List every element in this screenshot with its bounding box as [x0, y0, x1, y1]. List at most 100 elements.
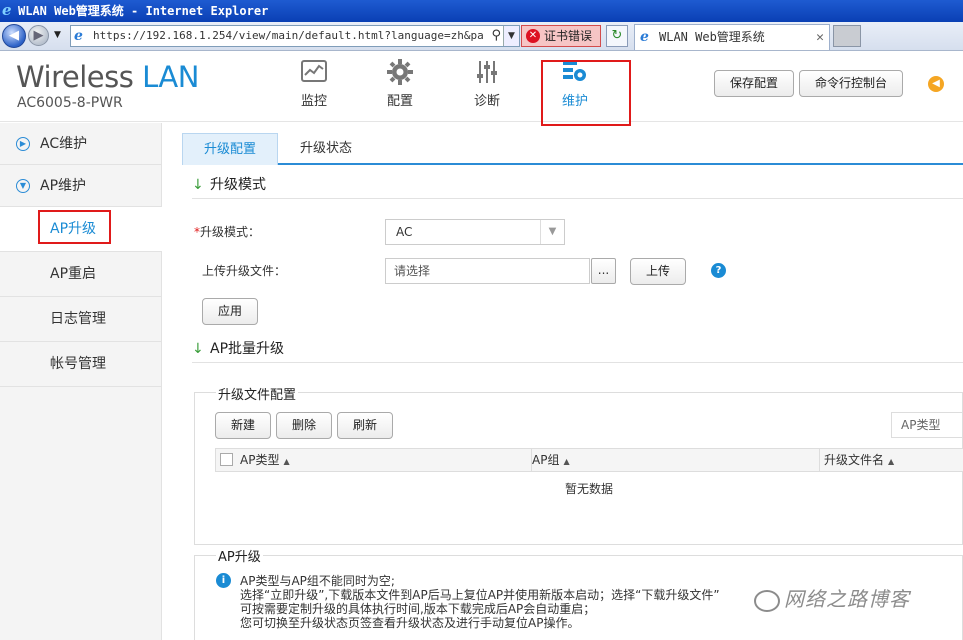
column-file-name[interactable]: 升级文件名 ▲: [824, 449, 894, 471]
sidebar-item-ap-reboot[interactable]: AP重启: [0, 252, 162, 297]
tab-upgrade-status[interactable]: 升级状态: [286, 133, 366, 165]
search-icon[interactable]: ⚲: [491, 28, 501, 43]
url-text[interactable]: https://192.168.1.254/view/main/default.…: [93, 26, 483, 46]
info-icon: i: [216, 573, 231, 588]
table-header: AP类型 ▲ AP组 ▲ 升级文件名 ▲: [215, 448, 963, 472]
new-tab-button[interactable]: [833, 25, 861, 47]
info-line: 可按需要定制升级的具体执行时间,版本下载完成后AP会自动重启；: [240, 602, 596, 616]
ie-logo-icon: e: [2, 1, 12, 19]
brand-logo: Wireless LAN: [16, 60, 199, 94]
browse-button[interactable]: ...: [591, 258, 616, 284]
collapse-arrow-icon: ↓: [192, 341, 204, 357]
section-title: AP批量升级: [210, 341, 285, 357]
tab-title: WLAN Web管理系统: [659, 30, 765, 44]
refresh-icon[interactable]: ↻: [606, 25, 628, 47]
nav-monitor[interactable]: 监控: [284, 56, 344, 112]
expand-arrow-icon: ▶: [16, 137, 30, 151]
collapse-arrow-icon: ↓: [192, 177, 204, 193]
new-button[interactable]: 新建: [215, 412, 271, 439]
refresh-button[interactable]: 刷新: [337, 412, 393, 439]
nav-config[interactable]: 配置: [370, 56, 430, 112]
nav-config-label: 配置: [386, 94, 413, 109]
certificate-error-button[interactable]: ✕ 证书错误: [521, 25, 601, 47]
column-ap-group[interactable]: AP组 ▲: [532, 449, 570, 471]
ap-type-filter-input[interactable]: AP类型: [891, 412, 963, 438]
history-dropdown-icon[interactable]: ▼: [54, 30, 61, 40]
info-line: 选择“立即升级”,下载版本文件到AP后马上复位AP并使用新版本启动；选择“下载升…: [240, 588, 720, 602]
upload-button[interactable]: 上传: [630, 258, 686, 285]
device-model: AC6005-8-PWR: [17, 95, 123, 111]
upload-file-label: 上传升级文件：: [202, 264, 287, 278]
speaker-icon[interactable]: ◀: [928, 76, 944, 92]
page-favicon-icon: e: [74, 28, 83, 44]
forward-button[interactable]: ▶: [28, 25, 49, 46]
sidebar-item-label: 帐号管理: [50, 356, 106, 372]
section-upgrade-mode[interactable]: ↓ 升级模式: [192, 172, 266, 198]
nav-diagnose-label: 诊断: [473, 94, 500, 109]
sidebar-item-label: 日志管理: [50, 311, 106, 327]
cli-console-button[interactable]: 命令行控制台: [799, 70, 903, 97]
wechat-icon: [754, 589, 780, 612]
watermark-text: 网络之路博客: [784, 587, 910, 611]
apply-button[interactable]: 应用: [202, 298, 258, 325]
window-title: WLAN Web管理系统 - Internet Explorer: [18, 4, 269, 18]
address-dropdown-icon[interactable]: ▼: [503, 26, 519, 46]
save-config-button[interactable]: 保存配置: [714, 70, 794, 97]
close-tab-icon[interactable]: ✕: [816, 25, 824, 50]
sidebar-item-account-management[interactable]: 帐号管理: [0, 342, 162, 387]
column-label: 升级文件名: [824, 453, 885, 467]
gear-icon: [387, 59, 413, 85]
column-ap-type[interactable]: AP类型 ▲: [240, 449, 290, 471]
error-x-icon: ✕: [526, 29, 540, 43]
content-tabs: 升级配置 升级状态: [182, 133, 963, 165]
nav-diagnose[interactable]: 诊断: [457, 56, 517, 112]
sidebar-item-ap-maintenance[interactable]: ▼ AP维护: [0, 165, 162, 207]
tab-upgrade-config[interactable]: 升级配置: [182, 133, 278, 165]
sort-icon: ▲: [283, 457, 290, 466]
address-bar[interactable]: e https://192.168.1.254/view/main/defaul…: [70, 25, 520, 47]
sidebar-item-ac-maintenance[interactable]: ▶ AC维护: [0, 123, 162, 165]
window-title-bar: e WLAN Web管理系统 - Internet Explorer: [0, 0, 963, 22]
sidebar-item-label: AP维护: [40, 178, 87, 194]
divider: [192, 198, 963, 199]
address-toolbar: ◀ ▶ ▼ e https://192.168.1.254/view/main/…: [0, 22, 963, 51]
upgrade-mode-select[interactable]: AC ▼: [385, 219, 565, 245]
cert-error-label: 证书错误: [544, 29, 593, 43]
sidebar-item-log-management[interactable]: 日志管理: [0, 297, 162, 342]
section-ap-batch-upgrade[interactable]: ↓ AP批量升级: [192, 336, 284, 362]
delete-button[interactable]: 删除: [276, 412, 332, 439]
sidebar-item-label: AP重启: [50, 266, 97, 282]
browser-tab[interactable]: e WLAN Web管理系统 ✕: [634, 24, 830, 50]
select-all-checkbox[interactable]: [220, 453, 233, 466]
ap-upgrade-title: AP升级: [216, 546, 263, 565]
collapse-arrow-icon: ▼: [16, 179, 30, 193]
divider: [192, 362, 963, 363]
column-label: AP组: [532, 453, 560, 467]
sort-icon: ▲: [563, 457, 570, 466]
info-line: AP类型与AP组不能同时为空;: [240, 574, 395, 588]
info-line: 您可切换至升级状态页签查看升级状态及进行手动复位AP操作。: [240, 616, 580, 630]
sort-icon: ▲: [888, 457, 895, 466]
upgrade-mode-label: *升级模式：: [194, 220, 260, 244]
tab-favicon-icon: e: [640, 29, 649, 45]
upgrade-file-input[interactable]: 请选择: [385, 258, 590, 284]
back-button[interactable]: ◀: [2, 24, 26, 48]
brand-main: Wireless: [16, 60, 134, 94]
sidebar: ▶ AC维护 ▼ AP维护 AP升级 AP重启 日志管理 帐号管理: [0, 123, 162, 640]
column-divider: [819, 449, 820, 471]
field-label: 升级模式：: [200, 225, 261, 239]
empty-table-message: 暂无数据: [564, 482, 613, 496]
ap-upgrade-highlight-box: [38, 210, 111, 244]
file-config-title: 升级文件配置: [216, 384, 299, 403]
monitor-icon: [301, 60, 327, 82]
upgrade-mode-value: AC: [396, 225, 413, 239]
brand-accent: LAN: [142, 60, 199, 94]
column-label: AP类型: [240, 453, 280, 467]
chevron-down-icon: ▼: [540, 220, 564, 244]
watermark: 网络之路博客: [754, 583, 910, 613]
help-icon[interactable]: ?: [711, 263, 726, 278]
sliders-icon: [477, 61, 497, 83]
section-title: 升级模式: [210, 177, 266, 193]
nav-monitor-label: 监控: [300, 94, 327, 109]
sidebar-item-label: AC维护: [40, 136, 88, 152]
